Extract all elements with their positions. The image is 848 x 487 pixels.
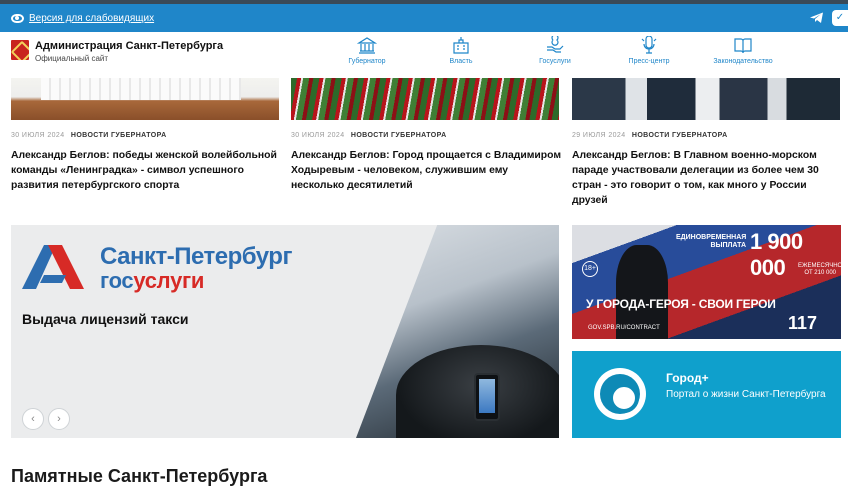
book-icon — [734, 38, 752, 54]
nav-item-services[interactable]: Госуслуги — [508, 36, 602, 65]
government-building-icon — [453, 37, 469, 54]
news-meta: 30 ИЮЛЯ 2024 НОВОСТИ ГУБЕРНАТОРА — [291, 132, 447, 139]
news-meta: 29 ИЮЛЯ 2024 НОВОСТИ ГУБЕРНАТОРА — [572, 132, 728, 139]
accessibility-link[interactable]: Версия для слабовидящих — [29, 13, 154, 24]
site-subtitle: Официальный сайт — [35, 54, 109, 63]
carousel-controls: ‹ › — [22, 408, 70, 430]
social-links: ✓ — [810, 10, 848, 26]
coat-of-arms-icon[interactable] — [11, 40, 29, 60]
news-date: 29 ИЮЛЯ 2024 — [572, 132, 626, 139]
telegram-icon[interactable] — [810, 12, 824, 24]
news-date: 30 ИЮЛЯ 2024 — [11, 132, 65, 139]
news-category[interactable]: НОВОСТИ ГУБЕРНАТОРА — [351, 132, 447, 139]
main-nav: Губернатор Власть Госуслуги Пресс-центр … — [320, 36, 790, 65]
promo-monthly: ЕЖЕМЕСЯЧНО ОТ 210 000 — [798, 263, 841, 276]
promo-slogan: У ГОРОДА-ГЕРОЯ - СВОИ ГЕРОИ — [586, 297, 776, 311]
microphone-icon — [641, 36, 657, 54]
eye-icon — [11, 13, 24, 23]
accessibility-bar: Версия для слабовидящих ✓ — [0, 0, 848, 32]
carousel-prev-button[interactable]: ‹ — [22, 408, 44, 430]
promo-label: ЕДИНОВРЕМЕННАЯ ВЫПЛАТА — [676, 234, 747, 249]
nav-label: Госуслуги — [539, 58, 571, 65]
contract-service-banner[interactable]: 18+ ЕДИНОВРЕМЕННАЯ ВЫПЛАТА 1 900 000 ЕЖЕ… — [572, 225, 841, 339]
gorod-plus-subtitle: Портал о жизни Санкт-Петербурга — [666, 389, 826, 400]
banner-title: Санкт-Петербург — [100, 243, 292, 270]
nav-item-legislation[interactable]: Законодательство — [696, 36, 790, 65]
gorod-plus-logo-icon — [594, 368, 646, 420]
news-headline[interactable]: Александр Беглов: В Главном военно-морск… — [572, 148, 840, 208]
nav-label: Пресс-центр — [628, 58, 670, 65]
promo-phone: 117 — [788, 313, 818, 333]
nav-label: Законодательство — [713, 58, 773, 65]
age-rating: 18+ — [582, 261, 598, 277]
promo-url: GOV.SPB.RU/CONTRACT — [588, 325, 660, 331]
uslugi-text: услуги — [133, 268, 205, 293]
nav-item-press[interactable]: Пресс-центр — [602, 36, 696, 65]
gosuslugi-logo-icon — [22, 245, 84, 289]
nav-item-governor[interactable]: Губернатор — [320, 36, 414, 65]
site-header: Администрация Санкт-Петербурга Официальн… — [0, 32, 848, 78]
gorod-plus-title: Город+ — [666, 371, 709, 385]
building-icon — [357, 37, 377, 54]
news-image-funeral[interactable] — [291, 78, 559, 120]
nav-item-power[interactable]: Власть — [414, 36, 508, 65]
gos-text: гос — [100, 268, 134, 293]
news-headline[interactable]: Александр Беглов: Город прощается с Влад… — [291, 148, 563, 193]
news-image-parade[interactable] — [572, 78, 840, 120]
nav-label: Губернатор — [348, 58, 386, 65]
hand-service-icon — [547, 36, 564, 53]
banner-subtitle: Выдача лицензий такси — [22, 311, 189, 327]
news-headline[interactable]: Александр Беглов: победы женской волейбо… — [11, 148, 283, 193]
carousel-next-button[interactable]: › — [48, 408, 70, 430]
site-title[interactable]: Администрация Санкт-Петербурга — [35, 40, 223, 52]
news-category[interactable]: НОВОСТИ ГУБЕРНАТОРА — [71, 132, 167, 139]
vk-icon[interactable]: ✓ — [832, 10, 848, 26]
phone-image — [474, 373, 500, 421]
banner-title-gosuslugi: госуслуги — [100, 268, 204, 294]
nav-label: Власть — [449, 58, 473, 65]
gosuslugi-banner[interactable]: Санкт-Петербург госуслуги Выдача лицензи… — [11, 225, 559, 438]
taxi-photo — [356, 225, 559, 438]
news-image-volleyball[interactable] — [11, 78, 279, 120]
news-meta: 30 ИЮЛЯ 2024 НОВОСТИ ГУБЕРНАТОРА — [11, 132, 167, 139]
news-category[interactable]: НОВОСТИ ГУБЕРНАТОРА — [632, 132, 728, 139]
gorod-plus-banner[interactable]: Город+ Портал о жизни Санкт-Петербурга — [572, 351, 841, 438]
news-date: 30 ИЮЛЯ 2024 — [291, 132, 345, 139]
